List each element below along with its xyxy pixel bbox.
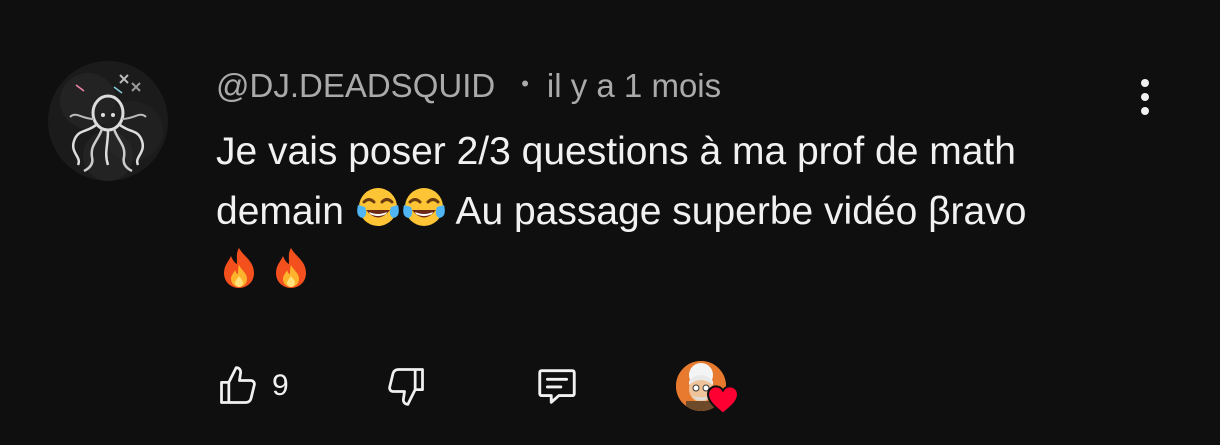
comment-text-line-3 <box>216 242 1136 302</box>
dislike-button[interactable] <box>384 360 428 412</box>
octopus-avatar-image <box>48 61 168 181</box>
comment-text: Je vais poser 2/3 questions à ma prof de… <box>216 122 1136 302</box>
comment-text-line-2: demain Au passage superbe vidéo βravo <box>216 182 1136 242</box>
more-options-button[interactable] <box>1128 72 1162 122</box>
comment-icon <box>538 369 576 404</box>
comment-header: @DJ.DEADSQUID • il y a 1 mois <box>216 66 721 106</box>
comment-text-demain: demain <box>216 190 344 233</box>
more-vertical-icon <box>1141 79 1149 87</box>
tears-of-joy-emoji-icon <box>401 185 447 231</box>
author-avatar[interactable] <box>48 61 168 181</box>
like-button[interactable]: 9 <box>216 360 289 412</box>
creator-avatar <box>676 361 740 415</box>
thumbs-down-icon <box>388 368 424 406</box>
fire-emoji-icon <box>216 245 262 291</box>
creator-heart-badge <box>676 360 740 415</box>
thumbs-up-icon <box>220 366 256 404</box>
reply-button[interactable] <box>534 360 580 412</box>
tears-of-joy-emoji-icon <box>355 185 401 231</box>
heart-icon <box>706 385 740 415</box>
comment-actions: 9 <box>216 360 816 415</box>
comment-text-line-1: Je vais poser 2/3 questions à ma prof de… <box>216 130 1016 173</box>
header-separator: • <box>521 71 529 96</box>
author-name[interactable]: @DJ.DEADSQUID <box>216 67 495 105</box>
comment-timestamp[interactable]: il y a 1 mois <box>547 67 721 105</box>
fire-emoji-icon <box>268 245 314 291</box>
comment-thread: @DJ.DEADSQUID • il y a 1 mois Je vais po… <box>0 0 1220 445</box>
comment-text-au-passage: Au passage superbe vidéo βravo <box>455 190 1027 233</box>
like-count: 9 <box>272 369 289 402</box>
